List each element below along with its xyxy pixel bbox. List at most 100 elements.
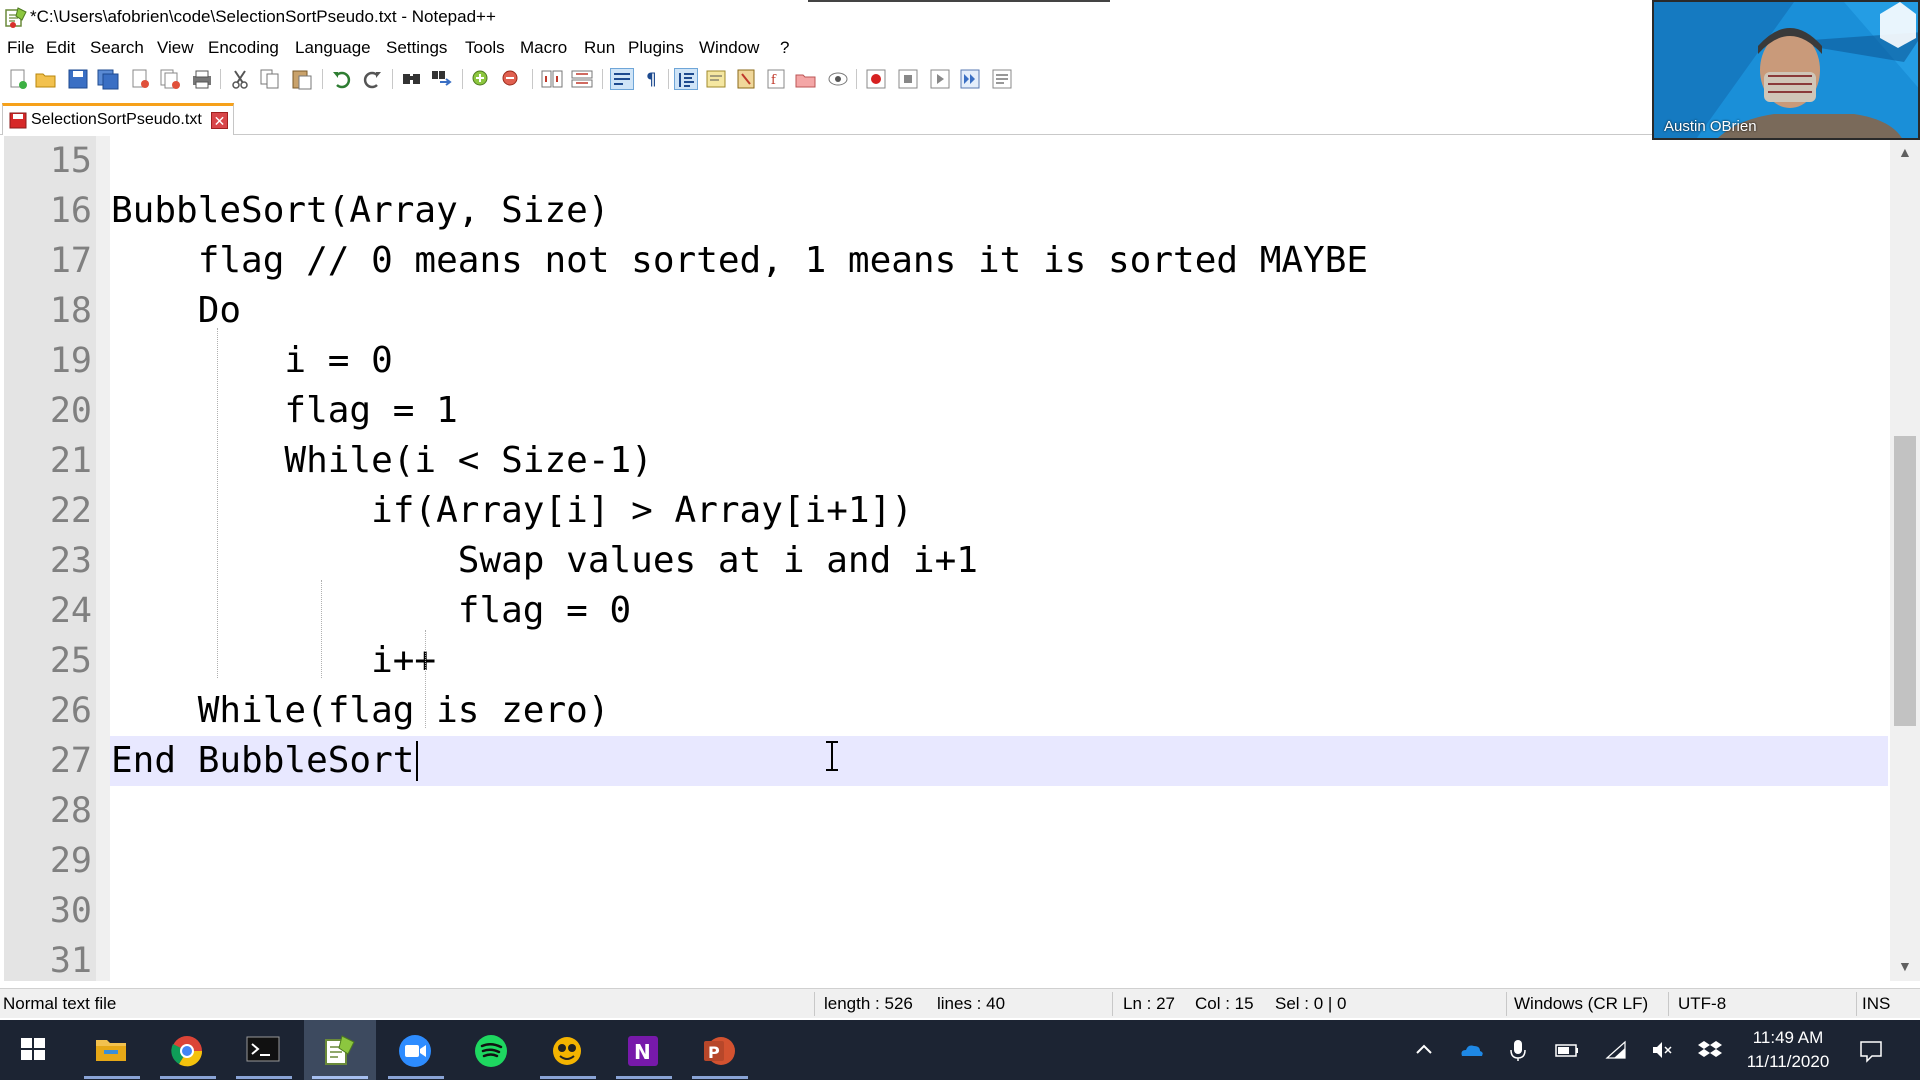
code-line[interactable]: i = 0 — [111, 336, 392, 386]
play-macro-icon[interactable] — [928, 68, 952, 90]
sync-vertical-icon[interactable] — [540, 68, 564, 90]
code-line[interactable]: While(i < Size-1) — [111, 436, 652, 486]
tab-close-icon[interactable]: ✕ — [211, 112, 228, 129]
editor-area[interactable]: BubbleSort(Array, Size) flag // 0 means … — [0, 136, 1920, 981]
line-number: 15 — [49, 141, 92, 181]
function-list-icon[interactable]: f — [764, 68, 788, 90]
line-number: 17 — [49, 241, 92, 281]
menu-encoding[interactable]: Encoding — [208, 38, 279, 58]
vertical-scrollbar[interactable]: ▲ ▼ — [1890, 136, 1920, 981]
code-line[interactable]: if(Array[i] > Array[i+1]) — [111, 486, 913, 536]
cut-icon[interactable] — [228, 68, 252, 90]
redo-icon[interactable] — [360, 68, 384, 90]
scroll-up-arrow-icon[interactable]: ▲ — [1898, 144, 1912, 160]
monitoring-icon[interactable] — [826, 68, 850, 90]
menu-language[interactable]: Language — [295, 38, 371, 58]
run-macro-multiple-icon[interactable] — [958, 68, 982, 90]
code-line[interactable]: Do — [111, 286, 241, 336]
udl-icon[interactable] — [704, 68, 728, 90]
folder-workspace-icon[interactable] — [794, 68, 818, 90]
terminal-icon[interactable] — [228, 1020, 300, 1080]
menu-view[interactable]: View — [157, 38, 194, 58]
notifications-icon[interactable] — [1858, 1038, 1882, 1063]
menu-macro[interactable]: Macro — [520, 38, 567, 58]
save-macro-icon[interactable] — [990, 68, 1014, 90]
zoom-out-icon[interactable] — [500, 68, 524, 90]
status-separator — [1506, 992, 1507, 1016]
dropbox-icon[interactable] — [1698, 1038, 1722, 1062]
menu-plugins[interactable]: Plugins — [628, 38, 684, 58]
scrollbar-thumb[interactable] — [1894, 436, 1916, 726]
onenote-icon[interactable]: N — [608, 1020, 680, 1080]
save-all-icon[interactable] — [96, 68, 120, 90]
close-icon[interactable] — [128, 68, 152, 90]
menu-tools[interactable]: Tools — [465, 38, 505, 58]
code-line[interactable]: flag // 0 means not sorted, 1 means it i… — [111, 236, 1368, 286]
undo-icon[interactable] — [330, 68, 354, 90]
line-number: 31 — [49, 941, 92, 981]
onedrive-icon[interactable] — [1458, 1038, 1483, 1062]
start-icon[interactable] — [0, 1020, 72, 1080]
powerpoint-icon[interactable]: P — [684, 1020, 756, 1080]
indent-guide-icon[interactable] — [674, 68, 698, 90]
show-all-chars-icon[interactable]: ¶ — [640, 68, 664, 90]
paste-icon[interactable] — [290, 68, 314, 90]
menu-file[interactable]: File — [7, 38, 34, 58]
file-explorer-icon[interactable] — [76, 1020, 148, 1080]
wifi-icon[interactable] — [1604, 1038, 1628, 1062]
code-line[interactable]: i++ — [111, 636, 436, 686]
code-line[interactable]: BubbleSort(Array, Size) — [111, 186, 610, 236]
menu-settings[interactable]: Settings — [386, 38, 447, 58]
stop-record-icon[interactable] — [896, 68, 920, 90]
record-macro-icon[interactable] — [864, 68, 888, 90]
close-all-icon[interactable] — [158, 68, 182, 90]
notepadpp-icon[interactable] — [304, 1020, 376, 1080]
new-file-icon[interactable] — [6, 68, 30, 90]
zoom-in-icon[interactable] — [470, 68, 494, 90]
text-caret — [415, 741, 418, 781]
copy-icon[interactable] — [258, 68, 282, 90]
code-line[interactable]: While(flag is zero) — [111, 686, 610, 736]
chrome-icon[interactable] — [152, 1020, 224, 1080]
line-number: 27 — [49, 741, 92, 781]
line-number: 25 — [49, 641, 92, 681]
code-line[interactable]: End BubbleSort — [111, 736, 414, 786]
spotify-icon[interactable] — [456, 1020, 528, 1080]
status-selection: Sel : 0 | 0 — [1275, 994, 1347, 1013]
menu-run[interactable]: Run — [584, 38, 615, 58]
menu-help[interactable]: ? — [780, 38, 789, 58]
clock-time[interactable]: 11:49 AM — [1738, 1028, 1838, 1048]
sync-horizontal-icon[interactable] — [570, 68, 594, 90]
code-line[interactable]: Swap values at i and i+1 — [111, 536, 978, 586]
tab-label: SelectionSortPseudo.txt — [31, 111, 202, 128]
line-number: 20 — [49, 391, 92, 431]
ibeam-cursor-icon — [822, 740, 842, 772]
find-icon[interactable] — [400, 68, 424, 90]
save-icon[interactable] — [66, 68, 90, 90]
unsaved-file-icon — [9, 112, 27, 129]
volume-muted-icon[interactable] — [1650, 1038, 1674, 1062]
menu-edit[interactable]: Edit — [46, 38, 75, 58]
menu-window[interactable]: Window — [699, 38, 759, 58]
code-line[interactable]: flag = 0 — [111, 586, 631, 636]
open-file-icon[interactable] — [34, 68, 58, 90]
replace-icon[interactable] — [430, 68, 454, 90]
code-line[interactable]: flag = 1 — [111, 386, 457, 436]
print-icon[interactable] — [190, 68, 214, 90]
microphone-icon[interactable] — [1506, 1038, 1530, 1062]
zoom-icon[interactable] — [380, 1020, 452, 1080]
tab-selectionsortpseudo[interactable]: SelectionSortPseudo.txt ✕ — [2, 103, 234, 135]
video-overlay[interactable]: Austin OBrien — [1652, 0, 1920, 140]
fold-margin — [96, 136, 110, 981]
git-app-icon[interactable] — [532, 1020, 604, 1080]
word-wrap-icon[interactable] — [610, 68, 634, 90]
status-separator — [1668, 992, 1669, 1016]
clock-date[interactable]: 11/11/2020 — [1738, 1052, 1838, 1072]
menu-search[interactable]: Search — [90, 38, 144, 58]
battery-icon[interactable] — [1554, 1038, 1578, 1062]
line-number: 30 — [49, 891, 92, 931]
document-map-icon[interactable] — [734, 68, 758, 90]
scroll-down-arrow-icon[interactable]: ▼ — [1898, 958, 1912, 974]
line-number: 29 — [49, 841, 92, 881]
show-hidden-icons-icon[interactable] — [1412, 1038, 1436, 1062]
